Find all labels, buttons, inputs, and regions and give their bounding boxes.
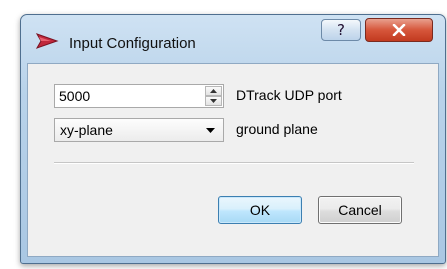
- port-label: DTrack UDP port: [236, 87, 342, 103]
- port-input[interactable]: [55, 85, 203, 107]
- chevron-down-icon: [206, 128, 215, 133]
- spin-down-button[interactable]: [205, 96, 222, 106]
- separator: [54, 162, 414, 164]
- close-icon: [392, 24, 406, 36]
- window-title: Input Configuration: [69, 35, 196, 52]
- dialog-body: DTrack UDP port xy-plane ground plane OK…: [27, 63, 439, 257]
- spin-up-button[interactable]: [205, 86, 222, 96]
- app-icon: [35, 32, 59, 50]
- help-icon: ?: [337, 21, 345, 39]
- ground-plane-value: xy-plane: [60, 122, 113, 138]
- arrow-up-icon: [210, 89, 217, 93]
- title-bar[interactable]: Input Configuration ?: [21, 15, 445, 61]
- ok-button[interactable]: OK: [218, 196, 302, 224]
- arrow-down-icon: [210, 99, 217, 103]
- input-configuration-dialog: Input Configuration ? DTrack UDP port xy…: [20, 14, 446, 264]
- close-button[interactable]: [365, 18, 433, 42]
- help-button[interactable]: ?: [321, 19, 361, 41]
- ground-plane-select[interactable]: xy-plane: [54, 118, 224, 142]
- cancel-button[interactable]: Cancel: [318, 196, 402, 224]
- ground-plane-label: ground plane: [236, 121, 318, 137]
- port-spinbox[interactable]: [54, 84, 224, 108]
